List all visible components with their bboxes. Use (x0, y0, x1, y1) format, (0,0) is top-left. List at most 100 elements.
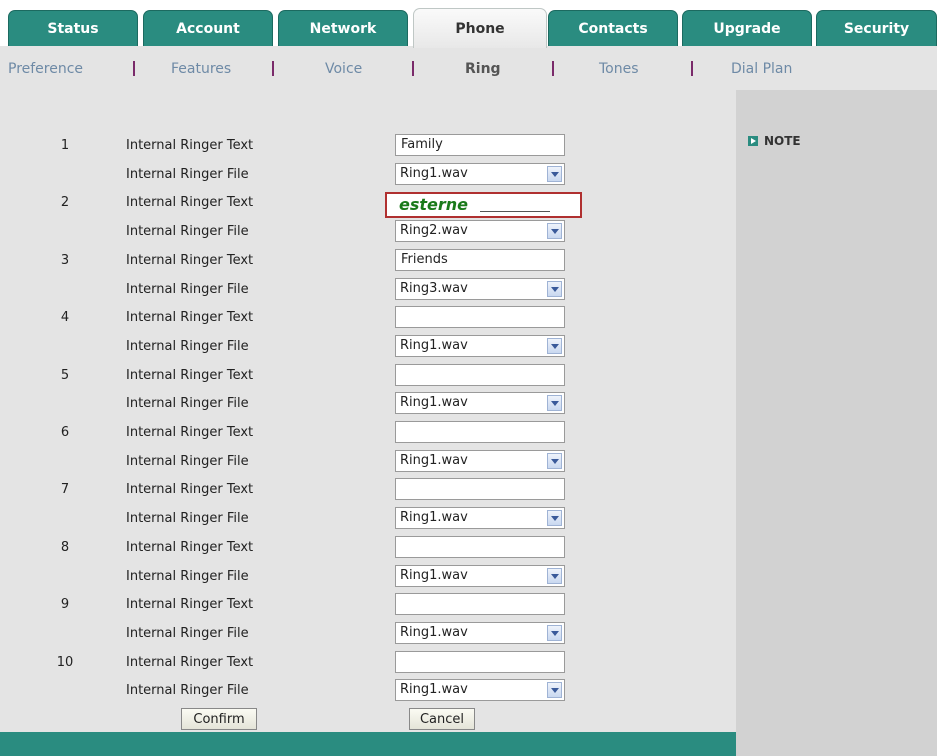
ringer-text-input[interactable] (395, 478, 565, 500)
chevron-down-icon[interactable] (547, 682, 562, 698)
ringer-file-select[interactable]: Ring1.wav (395, 392, 565, 414)
ringer-file-label: Internal Ringer File (126, 339, 249, 354)
chevron-down-icon[interactable] (547, 568, 562, 584)
ringer-file-value: Ring1.wav (400, 453, 468, 468)
ringer-text-label: Internal Ringer Text (126, 253, 254, 268)
confirm-button[interactable]: Confirm (181, 708, 257, 730)
note-heading: NOTE (748, 134, 801, 148)
ringer-file-select[interactable]: Ring2.wav (395, 220, 565, 242)
ringer-text-input[interactable]: Family (395, 134, 565, 156)
ringer-text-label: Internal Ringer Text (126, 482, 254, 497)
ringer-file-select[interactable]: Ring1.wav (395, 565, 565, 587)
ringer-2-text-input[interactable]: esterne (385, 192, 582, 218)
sub-navigation: Preference Features Voice Ring Tones Dia… (0, 46, 937, 90)
ringer-file-select[interactable]: Ring1.wav (395, 163, 565, 185)
ringer-text-label: Internal Ringer Text (126, 310, 254, 325)
subnav-features[interactable]: Features (171, 61, 231, 77)
ringer-number: 8 (60, 540, 70, 555)
ringer-text-input[interactable] (395, 306, 565, 328)
subnav-preference[interactable]: Preference (8, 61, 83, 77)
chevron-down-icon[interactable] (547, 223, 562, 239)
chevron-down-icon[interactable] (547, 395, 562, 411)
ringer-file-value: Ring1.wav (400, 166, 468, 181)
ringer-file-row: Internal Ringer File Ring1.wav (0, 333, 736, 361)
ringer-file-select[interactable]: Ring1.wav (395, 335, 565, 357)
ringer-number: 3 (60, 253, 70, 268)
ringer-file-value: Ring3.wav (400, 281, 468, 296)
tab-upgrade[interactable]: Upgrade (682, 10, 812, 46)
ringer-file-label: Internal Ringer File (126, 511, 249, 526)
ringer-text-input[interactable] (395, 421, 565, 443)
ringer-file-label: Internal Ringer File (126, 569, 249, 584)
ringer-number: 9 (60, 597, 70, 612)
ringer-file-row: Internal Ringer File Ring1.wav (0, 563, 736, 591)
subnav-tones[interactable]: Tones (599, 61, 639, 77)
tab-account[interactable]: Account (143, 10, 273, 46)
ringer-file-value: Ring1.wav (400, 510, 468, 525)
ringer-file-label: Internal Ringer File (126, 683, 249, 698)
ringer-file-row: Internal Ringer File Ring1.wav (0, 620, 736, 648)
ringer-file-value: Ring1.wav (400, 395, 468, 410)
chevron-down-icon[interactable] (547, 625, 562, 641)
ringer-text-row: 6 Internal Ringer Text (0, 419, 736, 447)
chevron-down-icon[interactable] (547, 510, 562, 526)
ringer-text-label: Internal Ringer Text (126, 138, 254, 153)
cancel-button[interactable]: Cancel (409, 708, 475, 730)
subnav-separator (412, 61, 414, 76)
subnav-separator (691, 61, 693, 76)
ringer-text-input[interactable] (395, 364, 565, 386)
ringer-file-select[interactable]: Ring3.wav (395, 278, 565, 300)
text-caret (480, 211, 550, 212)
chevron-down-icon[interactable] (547, 166, 562, 182)
top-tab-bar: Status Account Network Phone Contacts Up… (0, 0, 937, 48)
ringer-file-row: Internal Ringer File Ring1.wav (0, 448, 736, 476)
ringer-file-select[interactable]: Ring1.wav (395, 622, 565, 644)
subnav-separator (272, 61, 274, 76)
ringer-file-label: Internal Ringer File (126, 282, 249, 297)
tab-contacts[interactable]: Contacts (548, 10, 678, 46)
tab-status[interactable]: Status (8, 10, 138, 46)
ringer-file-select[interactable]: Ring1.wav (395, 450, 565, 472)
ringer-text-label: Internal Ringer Text (126, 195, 254, 210)
subnav-separator (552, 61, 554, 76)
ringer-number: 2 (60, 195, 70, 210)
ringer-text-label: Internal Ringer Text (126, 540, 254, 555)
ringer-file-label: Internal Ringer File (126, 224, 249, 239)
ringer-file-select[interactable]: Ring1.wav (395, 679, 565, 701)
ringer-file-row: Internal Ringer File Ring1.wav (0, 677, 736, 705)
ringer-number: 6 (60, 425, 70, 440)
ringer-text-row: 5 Internal Ringer Text (0, 362, 736, 390)
ringer-file-select[interactable]: Ring1.wav (395, 507, 565, 529)
ringer-text-input[interactable] (395, 536, 565, 558)
ringer-number: 7 (60, 482, 70, 497)
ringer-file-label: Internal Ringer File (126, 167, 249, 182)
subnav-ring[interactable]: Ring (465, 61, 501, 77)
ringer-number: 5 (60, 368, 70, 383)
ringer-file-value: Ring1.wav (400, 682, 468, 697)
ringer-file-row: Internal Ringer File Ring3.wav (0, 276, 736, 304)
tab-network[interactable]: Network (278, 10, 408, 46)
subnav-separator (133, 61, 135, 76)
ringer-text-label: Internal Ringer Text (126, 655, 254, 670)
ringer-text-input[interactable] (395, 593, 565, 615)
ringer-file-row: Internal Ringer File Ring1.wav (0, 390, 736, 418)
ringer-number: 4 (60, 310, 70, 325)
subnav-dial-plan[interactable]: Dial Plan (731, 61, 792, 77)
ringer-text-row: 7 Internal Ringer Text (0, 476, 736, 504)
ringer-text-label: Internal Ringer Text (126, 368, 254, 383)
ringer-number: 10 (56, 655, 74, 670)
chevron-down-icon[interactable] (547, 338, 562, 354)
chevron-down-icon[interactable] (547, 453, 562, 469)
ringer-file-value: Ring1.wav (400, 625, 468, 640)
tab-security[interactable]: Security (816, 10, 937, 46)
ringer-text-row: 8 Internal Ringer Text (0, 534, 736, 562)
ringer-text-input[interactable]: Friends (395, 249, 565, 271)
ringer-text-row: 2 Internal Ringer Text (0, 189, 736, 217)
ringer-file-value: Ring2.wav (400, 223, 468, 238)
tab-phone[interactable]: Phone (413, 8, 547, 48)
note-label: NOTE (764, 134, 801, 148)
chevron-down-icon[interactable] (547, 281, 562, 297)
subnav-voice[interactable]: Voice (325, 61, 362, 77)
ringer-text-input[interactable] (395, 651, 565, 673)
ringer-file-row: Internal Ringer File Ring1.wav (0, 505, 736, 533)
